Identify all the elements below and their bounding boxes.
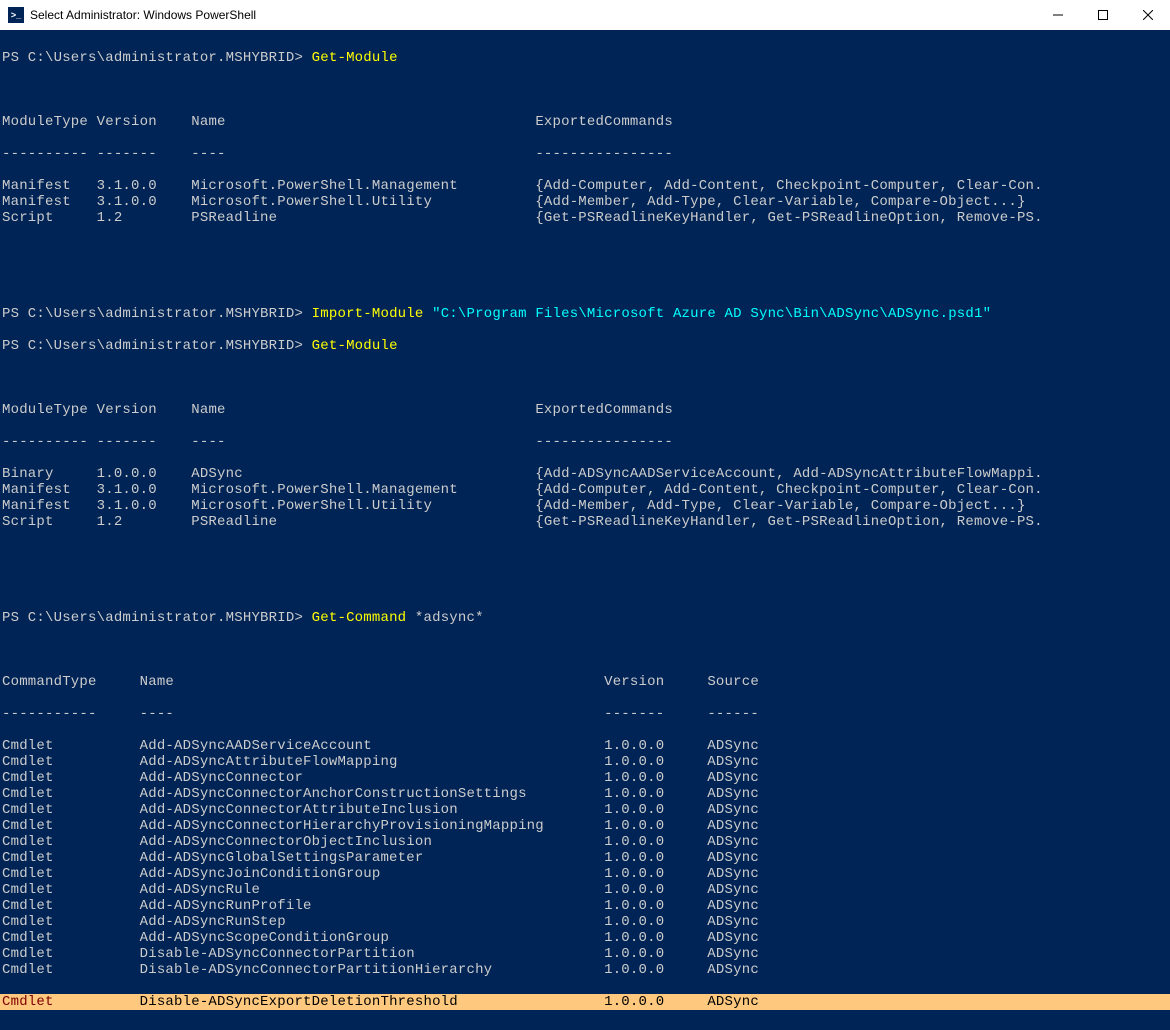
command: Get-Module xyxy=(312,338,398,354)
table-row: Script 1.2 PSReadline {Get-PSReadlineKey… xyxy=(2,210,1168,226)
prompt: PS C:\Users\administrator.MSHYBRID> xyxy=(2,338,303,354)
table-row: Cmdlet Add-ADSyncConnectorHierarchyProvi… xyxy=(2,818,1168,834)
table-row: Cmdlet Add-ADSyncRunProfile 1.0.0.0 ADSy… xyxy=(2,898,1168,914)
powershell-icon: >_ xyxy=(8,7,24,23)
string-arg: "C:\Program Files\Microsoft Azure AD Syn… xyxy=(432,306,991,322)
table-row: Binary 1.0.0.0 ADSync {Add-ADSyncAADServ… xyxy=(2,466,1168,482)
table-row: Cmdlet Add-ADSyncConnectorObjectInclusio… xyxy=(2,834,1168,850)
table-row: Cmdlet Disable-ADSyncConnectorPartitionH… xyxy=(2,962,1168,978)
table-row: Manifest 3.1.0.0 Microsoft.PowerShell.Ut… xyxy=(2,498,1168,514)
table-header: ModuleType Version Name ExportedCommands xyxy=(2,114,1168,130)
titlebar: >_ Select Administrator: Windows PowerSh… xyxy=(0,0,1170,30)
table-row: Cmdlet Add-ADSyncConnector 1.0.0.0 ADSyn… xyxy=(2,770,1168,786)
prompt: PS C:\Users\administrator.MSHYBRID> xyxy=(2,610,303,626)
minimize-icon xyxy=(1053,10,1063,20)
close-icon xyxy=(1143,10,1153,20)
table-row: Manifest 3.1.0.0 Microsoft.PowerShell.Ut… xyxy=(2,194,1168,210)
command: Get-Module xyxy=(312,50,398,66)
table-header: CommandType Name Version Source xyxy=(2,674,1168,690)
table-separator: ---------- ------- ---- ---------------- xyxy=(2,146,1168,162)
prompt: PS C:\Users\administrator.MSHYBRID> xyxy=(2,50,303,66)
titlebar-left: >_ Select Administrator: Windows PowerSh… xyxy=(8,7,256,23)
table-header: ModuleType Version Name ExportedCommands xyxy=(2,402,1168,418)
table-row: Cmdlet Add-ADSyncRule 1.0.0.0 ADSync xyxy=(2,882,1168,898)
table-row: Cmdlet Add-ADSyncGlobalSettingsParameter… xyxy=(2,850,1168,866)
table-row: Cmdlet Add-ADSyncAADServiceAccount 1.0.0… xyxy=(2,738,1168,754)
table-separator: ----------- ---- ------- ------ xyxy=(2,706,1168,722)
table-row: Cmdlet Add-ADSyncAttributeFlowMapping 1.… xyxy=(2,754,1168,770)
table-row: Cmdlet Add-ADSyncRunStep 1.0.0.0 ADSync xyxy=(2,914,1168,930)
table-row-highlighted: Cmdlet Disable-ADSyncExportDeletionThres… xyxy=(0,994,1170,1010)
minimize-button[interactable] xyxy=(1035,0,1080,30)
prompt: PS C:\Users\administrator.MSHYBRID> xyxy=(2,306,303,322)
close-button[interactable] xyxy=(1125,0,1170,30)
command: Get-Command xyxy=(312,610,407,626)
table-row: Manifest 3.1.0.0 Microsoft.PowerShell.Ma… xyxy=(2,178,1168,194)
maximize-button[interactable] xyxy=(1080,0,1125,30)
terminal-output[interactable]: PS C:\Users\administrator.MSHYBRID> Get-… xyxy=(0,30,1170,1030)
table-row: Cmdlet Add-ADSyncConnectorAttributeInclu… xyxy=(2,802,1168,818)
table-row: Cmdlet Disable-ADSyncConnectorPartition … xyxy=(2,946,1168,962)
table-separator: ---------- ------- ---- ---------------- xyxy=(2,434,1168,450)
table-row: Manifest 3.1.0.0 Microsoft.PowerShell.Ma… xyxy=(2,482,1168,498)
table-row: Cmdlet Add-ADSyncScopeConditionGroup 1.0… xyxy=(2,930,1168,946)
table-row: Cmdlet Add-ADSyncJoinConditionGroup 1.0.… xyxy=(2,866,1168,882)
argument: *adsync* xyxy=(415,610,484,626)
window-controls xyxy=(1035,0,1170,30)
window-title: Select Administrator: Windows PowerShell xyxy=(30,8,256,22)
table-row: Cmdlet Add-ADSyncConnectorAnchorConstruc… xyxy=(2,786,1168,802)
table-row: Script 1.2 PSReadline {Get-PSReadlineKey… xyxy=(2,514,1168,530)
command: Import-Module xyxy=(312,306,424,322)
maximize-icon xyxy=(1098,10,1108,20)
